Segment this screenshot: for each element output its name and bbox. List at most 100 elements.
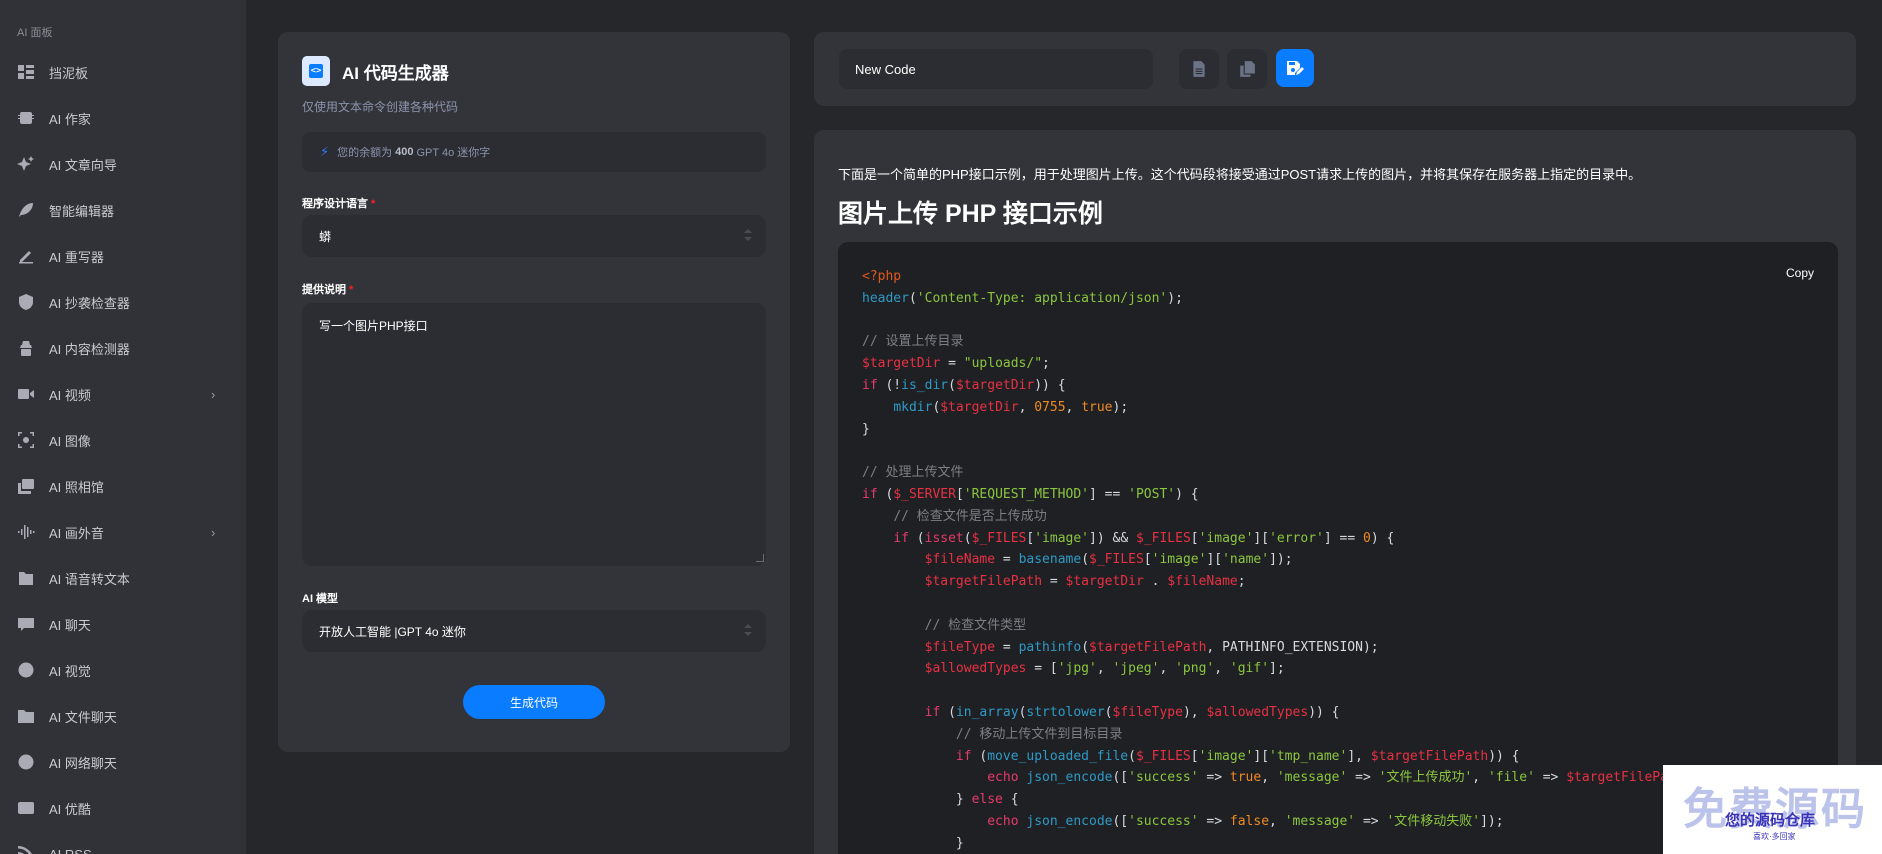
code-icon: <> [302,56,330,86]
sidebar-item[interactable]: 挡泥板 [0,52,246,92]
sidebar-item[interactable]: AI 作家 [0,98,246,138]
sidebar-item[interactable]: AI 照相馆 [0,466,246,506]
code-token: ([ [1112,813,1129,829]
code-token: 'image' [1151,552,1207,568]
code-token: basename [1018,552,1082,568]
code-token: if [862,377,878,393]
code-token: $targetDir [955,377,1035,393]
code-token: $allowedTypes [1206,704,1309,720]
code-token: => [1347,770,1379,786]
sidebar-item[interactable]: AI 图像 [0,420,246,460]
code-line: header('Content-Type: application/json')… [862,288,1707,310]
code-token: => [1355,813,1387,829]
save-icon [1287,61,1304,75]
code-token: 'tmp_name' [1269,748,1348,764]
sidebar-item[interactable]: AI 抄袭检查器 [0,282,246,322]
code-token: $targetDir [1065,574,1144,590]
waveform-icon [16,522,36,542]
sidebar-item[interactable]: AI 文件聊天 [0,696,246,736]
sidebar-item[interactable]: AI 视觉 [0,650,246,690]
code-token: ], [1347,748,1371,764]
image-scan-icon [16,430,36,450]
code-token: 'name' [1222,552,1270,568]
copy-document-button[interactable] [1227,49,1267,89]
description-textarea[interactable] [302,303,766,566]
sidebar-item-label: 智能编辑器 [49,203,115,219]
code-token: ( [1104,704,1113,720]
code-line: if (isset($_FILES['image']) && $_FILES['… [862,528,1707,550]
sidebar-item[interactable]: AI 画外音 › [0,512,246,552]
sidebar-item[interactable]: AI 聊天 [0,604,246,644]
code-token: $targetDir [862,356,941,372]
required-mark: * [371,198,376,210]
generate-code-button[interactable]: 生成代码 [463,685,605,719]
code-token: echo [987,770,1019,786]
code-token: $allowedTypes [924,661,1027,677]
code-token: [ [955,486,964,502]
code-token: , [1159,661,1176,677]
code-token: // 移动上传文件到目标目录 [955,726,1123,742]
code-token: ( [1128,748,1136,764]
sidebar-item[interactable]: AI 重写器 [0,236,246,276]
code-token: $fileName [1167,574,1238,590]
code-token: json_encode [1026,813,1113,829]
photo-gallery-icon [16,476,36,496]
code-line: echo json_encode(['success' => false, 'm… [862,811,1707,833]
language-select[interactable]: 蟒 [302,215,766,257]
save-document-button[interactable] [1276,49,1314,87]
code-token: ( [1081,552,1090,568]
code-token: ; [1042,356,1050,372]
code-token: true [1229,770,1262,786]
sidebar-item-label: AI 画外音 [49,525,104,541]
sidebar-item[interactable]: AI 网络聊天 [0,742,246,782]
chevron-right-icon[interactable]: › [211,525,215,540]
code-token: (! [877,377,902,393]
sidebar-item-label: AI 重写器 [49,249,104,265]
sidebar-item[interactable]: AI 文章向导 [0,144,246,184]
code-line: } [862,833,1707,854]
rss-icon [16,844,36,854]
code-token: ( [1081,639,1090,655]
chevron-right-icon[interactable]: › [211,387,215,402]
sidebar-item[interactable]: AI 优酷 [0,788,246,828]
sidebar-section-label: AI 面板 [17,27,53,39]
page-subtitle: 仅使用文本命令创建各种代码 [302,100,459,114]
lightning-icon: ⚡ [320,144,330,159]
code-token: '文件移动失败' [1386,813,1481,829]
code-token: json_encode [1026,770,1113,786]
code-token: } [862,835,964,851]
sidebar-item[interactable]: AI RSS [0,834,246,854]
model-label: AI 模型 [302,593,339,605]
code-token: = [995,552,1019,568]
sidebar-item[interactable]: AI 语音转文本 [0,558,246,598]
code-token: $_FILES [971,530,1027,546]
code-token: , [1065,399,1082,415]
detective-icon [16,338,36,358]
code-line: if (move_uploaded_file($_FILES['image'][… [862,746,1707,768]
code-line: <?php [862,266,1707,288]
sidebar-item[interactable]: AI 内容检测器 [0,328,246,368]
code-token: $_FILES [1135,748,1191,764]
code-token: in_array [955,704,1019,720]
code-line: // 移动上传文件到目标目录 [862,724,1707,746]
copy-code-button[interactable]: Copy [1786,266,1814,280]
export-document-button[interactable] [1179,49,1219,89]
code-line: $allowedTypes = ['jpg', 'jpeg', 'png', '… [862,658,1707,680]
code-token: = [995,639,1019,655]
sidebar-item[interactable]: AI 视频 › [0,374,246,414]
sidebar-item[interactable]: 智能编辑器 [0,190,246,230]
code-token: true [1081,399,1113,415]
code-token: 'image' [1198,748,1254,764]
model-select[interactable]: 开放人工智能 |GPT 4o 迷你 [302,610,766,652]
document-name-input[interactable] [839,49,1153,89]
code-token: is_dir [901,377,949,393]
code-token: 'message' [1284,813,1356,829]
resize-handle[interactable] [756,554,764,562]
code-line: if (in_array(strtolower($fileType), $all… [862,702,1707,724]
code-block: Copy <?php header('Content-Type: applicat… [838,242,1838,854]
